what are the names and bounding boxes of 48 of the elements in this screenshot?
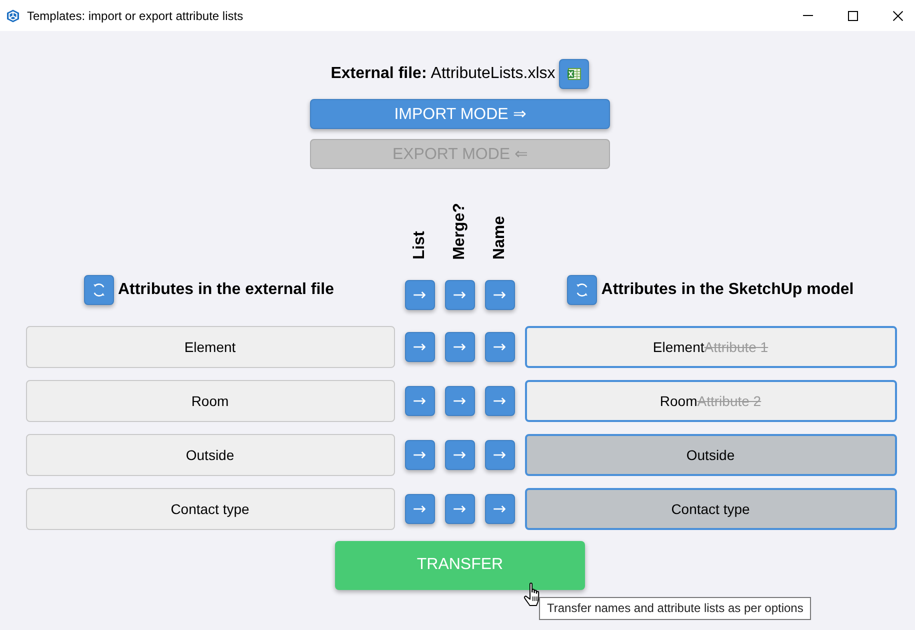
replaced-name: Attribute 1 [704, 338, 768, 355]
box-logo-icon [6, 8, 20, 22]
arrow-button[interactable]: → [404, 332, 434, 362]
column-label: List [410, 231, 428, 260]
tooltip: Transfer names and attribute lists as per options [539, 597, 812, 620]
arrow-button[interactable]: → [404, 280, 434, 310]
window-title: Templates: import or export attribute lists [27, 8, 244, 22]
target-attribute[interactable]: Outside [524, 434, 896, 476]
spreadsheet-icon [566, 66, 582, 82]
replaced-name: Attribute 2 [697, 392, 762, 409]
arrow-button[interactable]: → [444, 386, 474, 416]
open-file-button[interactable] [559, 59, 590, 89]
arrow-button[interactable]: → [484, 386, 514, 416]
column-label: Merge? [450, 203, 468, 260]
source-attribute[interactable]: Outside [26, 434, 394, 476]
arrow-button[interactable]: → [484, 494, 514, 524]
maximize-icon [848, 10, 858, 20]
mode-button[interactable]: IMPORT MODE ⇒ [310, 99, 610, 129]
arrow-button[interactable]: → [444, 494, 474, 524]
target-attribute[interactable]: RoomAttribute 2 [524, 380, 896, 422]
arrow-button[interactable]: → [404, 494, 434, 524]
attribute-name: Room [660, 392, 698, 409]
arrow-button[interactable]: → [484, 332, 514, 362]
arrow-button[interactable]: → [404, 440, 434, 470]
refresh-button[interactable] [84, 274, 114, 305]
close-icon [893, 10, 903, 20]
attribute-name: Outside [686, 446, 735, 463]
column-label: Name [490, 216, 508, 260]
file-name: AttributeLists.xlsx [430, 65, 556, 83]
arrow-button[interactable]: → [404, 386, 434, 416]
arrow-button[interactable]: → [444, 280, 474, 310]
minimize-icon [803, 15, 813, 16]
source-attribute[interactable]: Contact type [26, 488, 394, 530]
attribute-name: Contact type [671, 500, 750, 517]
attribute-name: Element [652, 338, 704, 355]
section-title: Attributes in the SketchUp model [601, 280, 854, 299]
arrow-button[interactable]: → [484, 440, 514, 470]
refresh-button[interactable] [567, 274, 598, 305]
section-title: Attributes in the external file [118, 280, 334, 299]
target-attribute[interactable]: ElementAttribute 1 [524, 326, 896, 368]
transfer-button[interactable]: TRANSFER [335, 540, 585, 590]
source-attribute[interactable]: Room [26, 380, 394, 422]
arrow-button[interactable]: → [444, 440, 474, 470]
arrow-button[interactable]: → [444, 332, 474, 362]
source-attribute[interactable]: Element [26, 326, 394, 368]
target-attribute[interactable]: Contact type [524, 488, 896, 530]
file-label: External file: [330, 65, 427, 83]
arrow-button[interactable]: → [484, 280, 514, 310]
